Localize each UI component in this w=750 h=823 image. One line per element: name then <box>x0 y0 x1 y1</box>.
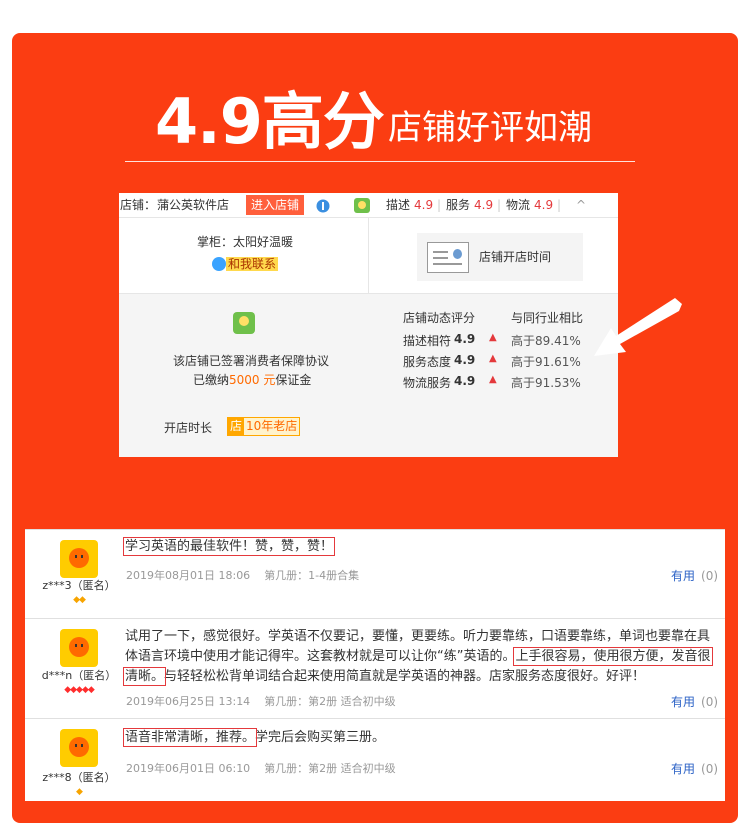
score-compare: 高于89.41% <box>511 334 581 348</box>
score-compare: 高于91.53% <box>511 376 581 390</box>
score-value: 4.9 <box>454 374 476 388</box>
rating-desc-label: 描述 <box>386 198 411 212</box>
useful-vote: 有用 (0) <box>671 760 718 777</box>
reviewer-name: z***8（匿名） <box>42 771 116 784</box>
rating-desc-value: 4.9 <box>414 198 434 212</box>
score-headline: 4.9高分 <box>155 85 385 158</box>
shop-name[interactable]: 蒲公英软件店 <box>157 193 229 217</box>
shop-upper: 掌柜：太阳好温暖 和我联系 店铺开店时间 <box>119 218 618 294</box>
review-list: z***3（匿名） ◆◆ 学习英语的最佳软件！赞，赞，赞！ 2019年08月01… <box>25 529 725 801</box>
rating-service-label: 服务 <box>446 198 471 212</box>
user-avatar <box>60 540 98 578</box>
review-text: 试用了一下，感觉很好。学英语不仅要记，要懂，更要练。听力要靠练，口语要靠练，单词… <box>123 627 720 687</box>
shop-topbar: 店铺： 蒲公英软件店 进入店铺 描述 4.9 | 服务 4.9 | 物流 4.9… <box>119 193 618 218</box>
slogan: 店铺好评如潮 <box>388 108 592 148</box>
score-compare: 高于91.61% <box>511 355 581 369</box>
up-arrow-icon: ▲ <box>489 353 497 364</box>
rating-service-value: 4.9 <box>474 198 494 212</box>
topbar-sep-1: | <box>437 198 442 212</box>
shop-info-card: 店铺： 蒲公英软件店 进入店铺 描述 4.9 | 服务 4.9 | 物流 4.9… <box>119 193 618 457</box>
review-meta: 2019年06月25日 13:14 第几册：第2册 适合初中级 <box>126 693 410 709</box>
score-label: 服务态度 <box>403 355 452 369</box>
review-item: d***n（匿名） ◆◆◆◆◆ 试用了一下，感觉很好。学英语不仅要记，要懂，更要… <box>25 618 725 719</box>
shop-keeper: 掌柜：太阳好温暖 <box>197 235 294 249</box>
review-highlight: 学习英语的最佳软件！赞，赞，赞！ <box>122 537 336 556</box>
review-part2: 与轻轻松松背单词结合起来使用简直就是学英语的神器。店家服务态度很好。好评！ <box>164 669 646 684</box>
reviewer-name: z***3（匿名） <box>42 579 116 592</box>
review-meta: 2019年08月01日 18:06 第几册：1-4册合集 <box>126 567 373 583</box>
review-rest: 学完后会购买第三册。 <box>255 730 386 745</box>
review-spec: 第几册：第2册 适合初中级 <box>264 762 396 775</box>
user-avatar <box>60 729 98 767</box>
up-arrow-icon: ▲ <box>489 374 497 385</box>
contact-seller-button[interactable]: 和我联系 <box>212 255 279 271</box>
score-label: 描述相符 <box>403 334 452 348</box>
useful-button[interactable]: 有用 <box>671 695 695 709</box>
user-avatar <box>60 629 98 667</box>
id-card-icon <box>427 242 469 273</box>
review-meta: 2019年06月01日 06:10 第几册：第2册 适合初中级 <box>126 760 410 776</box>
review-text: 语音非常清晰，推荐。学完后会购买第三册。 <box>122 728 720 748</box>
deposit-suffix: 保证金 <box>275 373 312 387</box>
shop-name-label: 店铺： <box>120 198 157 212</box>
review-spec: 第几册：第2册 适合初中级 <box>264 695 396 708</box>
enter-shop-button[interactable]: 进入店铺 <box>246 195 305 215</box>
reviewer-name: d***n（匿名） <box>41 669 117 682</box>
useful-count: (0) <box>701 762 719 776</box>
open-time-card[interactable]: 店铺开店时间 <box>417 233 583 281</box>
useful-button[interactable]: 有用 <box>671 762 695 776</box>
score-row: 描述相符 4.9 ▲ 高于89.41% <box>403 332 603 352</box>
user-level-icon: ◆◆ <box>73 595 86 605</box>
review-highlight: 语音非常清晰，推荐。 <box>122 728 258 747</box>
review-date: 2019年08月01日 18:06 <box>126 569 251 582</box>
chat-icon <box>212 256 226 271</box>
upper-divider <box>368 218 369 293</box>
old-shop-badge: 店 10年老店 <box>227 417 301 436</box>
pointer-arrow-icon <box>594 298 682 356</box>
useful-button[interactable]: 有用 <box>671 569 695 583</box>
rating-logistics-label: 物流 <box>506 198 531 212</box>
user-level-icon: ◆ <box>76 787 83 797</box>
review-date: 2019年06月01日 06:10 <box>126 762 251 775</box>
review-item: z***3（匿名） ◆◆ 学习英语的最佳软件！赞，赞，赞！ 2019年08月01… <box>25 529 725 619</box>
up-arrow-icon: ▲ <box>489 332 497 343</box>
dynamic-score-title: 店铺动态评分 <box>403 311 476 325</box>
guarantee-icon <box>233 312 255 334</box>
useful-count: (0) <box>701 695 719 709</box>
open-duration-label: 开店时长 <box>164 421 213 435</box>
deposit-prefix: 已缴纳 <box>193 373 230 387</box>
review-date: 2019年06月25日 13:14 <box>126 695 251 708</box>
score-value: 4.9 <box>454 353 476 367</box>
old-shop-text: 10年老店 <box>246 419 298 433</box>
deposit-amount: 5000 元 <box>229 373 276 387</box>
topbar-sep-2: | <box>497 198 502 212</box>
score-row: 物流服务 4.9 ▲ 高于91.53% <box>403 374 603 394</box>
review-spec: 第几册：1-4册合集 <box>264 569 360 582</box>
guarantee-text: 该店铺已签署消费者保障协议 <box>173 354 330 368</box>
headline-divider <box>125 161 635 162</box>
shop-icon: 店 <box>228 418 245 435</box>
open-time-label: 店铺开店时间 <box>479 250 552 264</box>
score-label: 物流服务 <box>403 376 452 390</box>
score-value: 4.9 <box>454 332 476 346</box>
shop-lower: 该店铺已签署消费者保障协议 已缴纳5000 元保证金 店铺动态评分 与同行业相比… <box>119 294 618 457</box>
collapse-caret-icon[interactable]: ^ <box>576 193 586 217</box>
useful-count: (0) <box>701 569 719 583</box>
deposit-text: 已缴纳5000 元保证金 <box>193 371 311 388</box>
score-row: 服务态度 4.9 ▲ 高于91.61% <box>403 353 603 373</box>
user-level-icon: ◆◆◆◆◆ <box>64 685 95 695</box>
rating-logistics-value: 4.9 <box>534 198 554 212</box>
shop-badge-icon <box>316 197 330 213</box>
review-item: z***8（匿名） ◆ 语音非常清晰，推荐。学完后会购买第三册。 2019年06… <box>25 718 725 802</box>
useful-vote: 有用 (0) <box>671 567 718 584</box>
review-text: 学习英语的最佳软件！赞，赞，赞！ <box>122 537 720 557</box>
compare-title: 与同行业相比 <box>511 311 584 325</box>
useful-vote: 有用 (0) <box>671 693 718 710</box>
headline: 4.9高分 店铺好评如潮 <box>0 82 750 162</box>
topbar-sep-3: | <box>557 198 562 212</box>
contact-label: 和我联系 <box>226 256 279 271</box>
